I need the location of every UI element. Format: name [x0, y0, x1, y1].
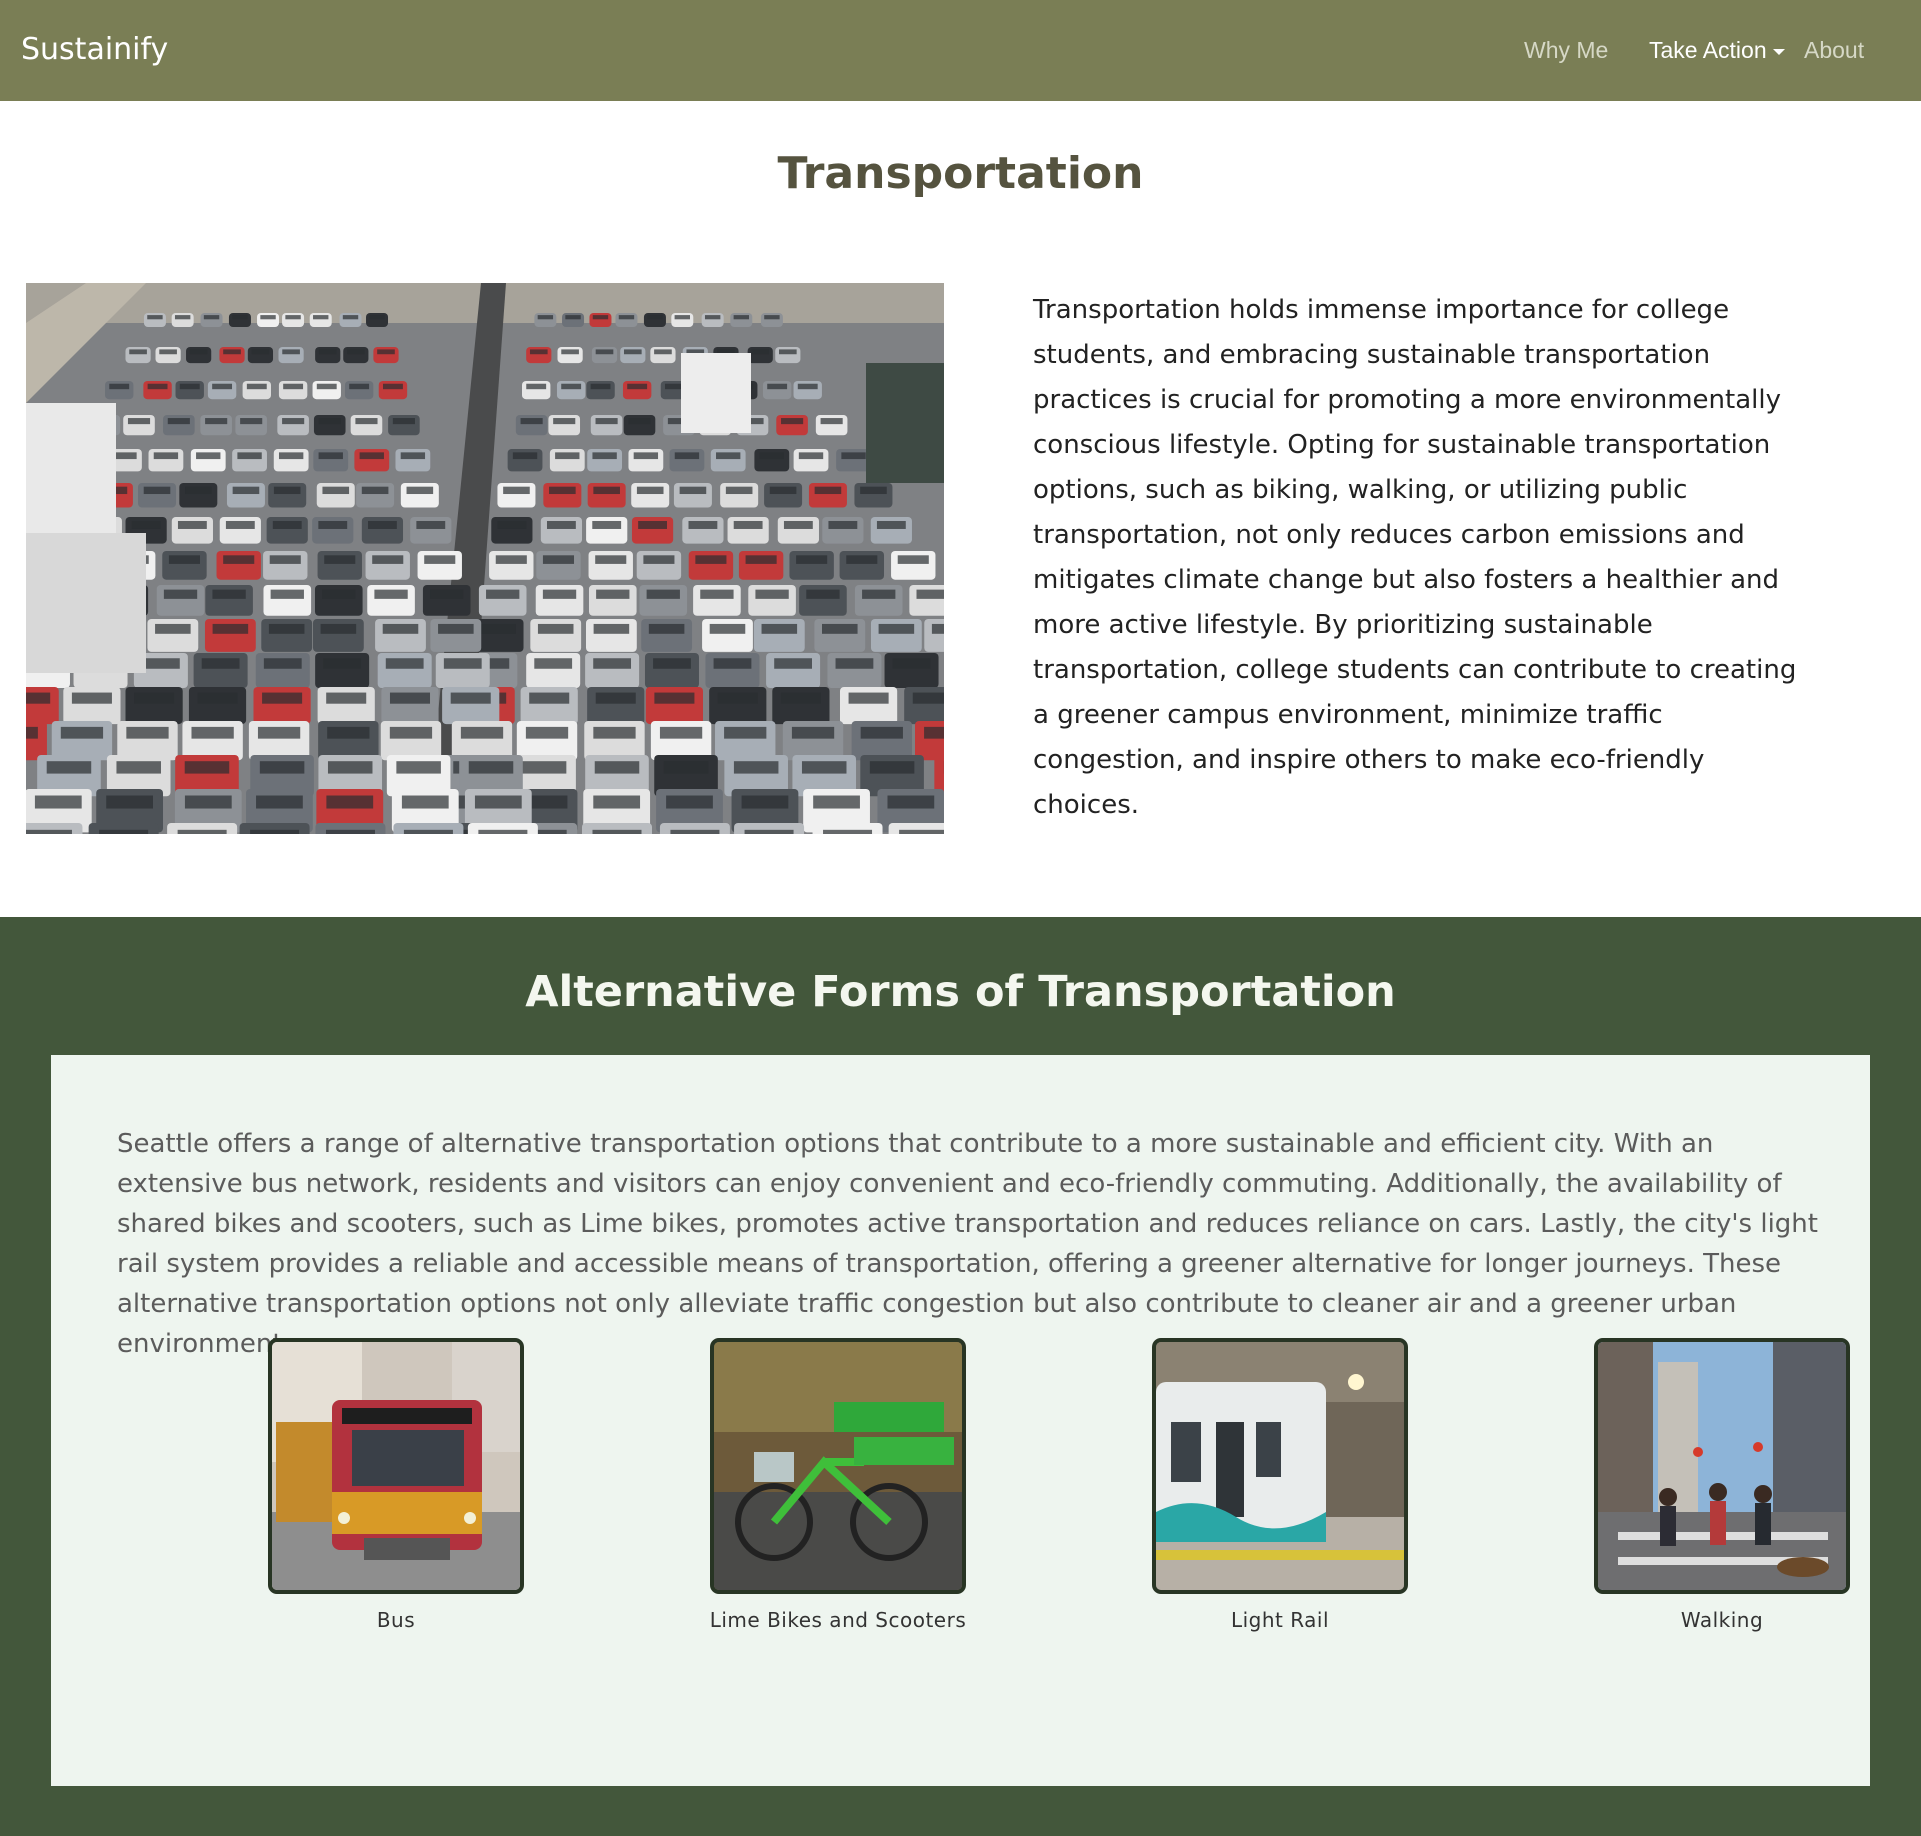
brand-logo[interactable]: Sustainify: [21, 32, 168, 67]
nav-dropdown-take-action[interactable]: Take Action: [1649, 37, 1785, 64]
nav-link-why-me[interactable]: Why Me: [1524, 37, 1608, 64]
lime-bikes-photo: [710, 1338, 966, 1594]
card-walking[interactable]: Walking: [1572, 1338, 1872, 1632]
page-title: Transportation: [777, 148, 1144, 199]
card-bus[interactable]: Bus: [246, 1338, 546, 1632]
navbar: Sustainify Why Me Take Action About: [0, 0, 1921, 101]
card-lime-bikes[interactable]: Lime Bikes and Scooters: [688, 1338, 988, 1632]
nav-dropdown-label: Take Action: [1649, 37, 1767, 63]
bus-photo: [268, 1338, 524, 1594]
card-light-rail[interactable]: Light Rail: [1130, 1338, 1430, 1632]
card-caption: Lime Bikes and Scooters: [709, 1608, 967, 1632]
alternatives-paragraph: Seattle offers a range of alternative tr…: [117, 1129, 1818, 1359]
light-rail-photo: [1152, 1338, 1408, 1594]
section-title: Alternative Forms of Transportation: [525, 967, 1396, 1017]
walking-photo: [1594, 1338, 1850, 1594]
card-caption: Light Rail: [1230, 1608, 1330, 1632]
alternatives-panel: Seattle offers a range of alternative tr…: [51, 1055, 1870, 1786]
card-caption: Walking: [1680, 1608, 1764, 1632]
traffic-photo: [26, 283, 944, 834]
caret-down-icon: [1772, 48, 1785, 55]
alternatives-section: Alternative Forms of Transportation Seat…: [0, 917, 1921, 1836]
intro-paragraph: Transportation holds immense importance …: [1033, 295, 1797, 820]
card-caption: Bus: [376, 1608, 416, 1632]
nav-link-about[interactable]: About: [1804, 37, 1864, 64]
